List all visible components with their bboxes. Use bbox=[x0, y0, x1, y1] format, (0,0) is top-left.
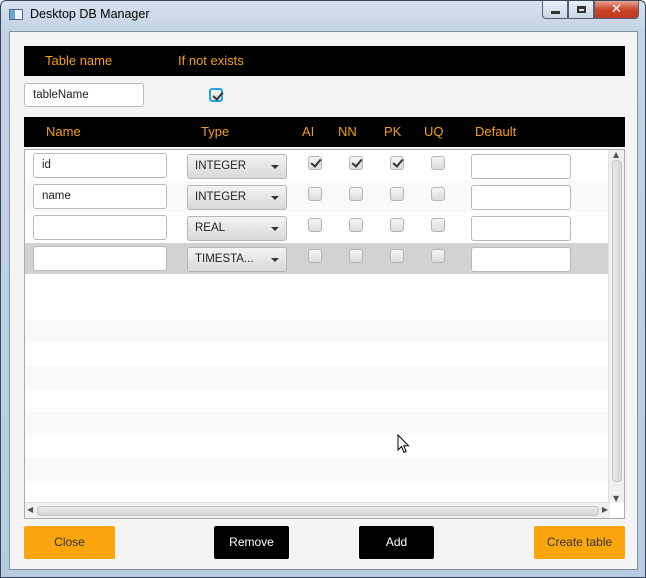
maximize-button[interactable] bbox=[568, 1, 594, 19]
chevron-down-icon bbox=[271, 258, 279, 262]
column-type-value: INTEGER bbox=[195, 160, 247, 172]
empty-row bbox=[25, 297, 610, 320]
col-header-type: Type bbox=[201, 124, 230, 139]
column-name-input[interactable] bbox=[33, 246, 167, 271]
scroll-down-icon[interactable]: ▼ bbox=[613, 494, 619, 503]
close-window-button[interactable]: ✕ bbox=[594, 1, 639, 19]
ai-checkbox[interactable] bbox=[308, 249, 322, 263]
nn-checkbox[interactable] bbox=[349, 187, 363, 201]
default-value-input[interactable] bbox=[471, 247, 571, 272]
column-type-select[interactable]: INTEGER bbox=[187, 185, 287, 210]
horizontal-scroll-thumb[interactable] bbox=[37, 506, 599, 516]
mouse-cursor-icon bbox=[397, 434, 410, 454]
uq-checkbox[interactable] bbox=[431, 156, 445, 170]
chevron-down-icon bbox=[271, 165, 279, 169]
empty-row bbox=[25, 458, 610, 481]
default-value-input[interactable] bbox=[471, 216, 571, 241]
column-type-value: TIMESTA... bbox=[195, 253, 254, 265]
empty-row bbox=[25, 274, 610, 297]
default-value-input[interactable] bbox=[471, 185, 571, 210]
vertical-scrollbar[interactable]: ▲ ▼ bbox=[608, 150, 624, 503]
col-header-uq: UQ bbox=[424, 124, 444, 139]
column-type-select[interactable]: REAL bbox=[187, 216, 287, 241]
table-name-label: Table name bbox=[45, 53, 113, 68]
table-name-input[interactable]: tableName bbox=[24, 83, 144, 107]
column-name-input[interactable]: id bbox=[33, 153, 167, 178]
minimize-icon bbox=[550, 11, 560, 14]
scroll-left-icon[interactable]: ◀ bbox=[27, 505, 33, 514]
create-table-button[interactable]: Create table bbox=[534, 526, 625, 559]
empty-row bbox=[25, 389, 610, 412]
minimize-button[interactable] bbox=[542, 1, 568, 19]
empty-row bbox=[25, 366, 610, 389]
col-header-pk: PK bbox=[384, 124, 402, 139]
uq-checkbox[interactable] bbox=[431, 187, 445, 201]
add-button[interactable]: Add bbox=[359, 526, 434, 559]
ai-checkbox[interactable] bbox=[308, 156, 322, 170]
empty-row bbox=[25, 412, 610, 435]
columns-header: Name Type AI NN PK UQ Default bbox=[24, 117, 625, 147]
column-type-value: INTEGER bbox=[195, 191, 247, 203]
column-type-select[interactable]: TIMESTA... bbox=[187, 247, 287, 272]
horizontal-scrollbar[interactable]: ◀ ▶ bbox=[25, 502, 610, 518]
col-header-name: Name bbox=[46, 124, 81, 139]
table-row[interactable]: id INTEGER bbox=[25, 150, 610, 181]
scroll-right-icon[interactable]: ▶ bbox=[602, 505, 608, 514]
pk-checkbox[interactable] bbox=[390, 156, 404, 170]
remove-button[interactable]: Remove bbox=[214, 526, 289, 559]
if-not-exists-label: If not exists bbox=[178, 53, 244, 68]
close-icon: ✕ bbox=[611, 2, 622, 17]
table-row[interactable]: REAL bbox=[25, 212, 610, 243]
columns-table[interactable]: id INTEGER name INTEGER REAL TIMESTA... … bbox=[24, 149, 625, 519]
nn-checkbox[interactable] bbox=[349, 156, 363, 170]
if-not-exists-checkbox[interactable] bbox=[209, 88, 223, 102]
empty-row bbox=[25, 481, 610, 504]
client-area: Table name If not exists tableName Name … bbox=[9, 31, 638, 570]
empty-row bbox=[25, 343, 610, 366]
empty-row bbox=[25, 320, 610, 343]
empty-row bbox=[25, 435, 610, 458]
pk-checkbox[interactable] bbox=[390, 187, 404, 201]
chevron-down-icon bbox=[271, 227, 279, 231]
col-header-default: Default bbox=[475, 124, 517, 139]
table-settings-header: Table name If not exists bbox=[24, 46, 625, 76]
app-icon bbox=[9, 9, 23, 20]
column-name-input[interactable] bbox=[33, 215, 167, 240]
title-bar[interactable]: Desktop DB Manager ✕ bbox=[1, 1, 645, 30]
table-row-selected[interactable]: TIMESTA... bbox=[25, 243, 610, 274]
table-row[interactable]: name INTEGER bbox=[25, 181, 610, 212]
uq-checkbox[interactable] bbox=[431, 218, 445, 232]
column-type-value: REAL bbox=[195, 222, 226, 234]
maximize-icon bbox=[576, 6, 586, 13]
window-controls: ✕ bbox=[542, 1, 639, 19]
nn-checkbox[interactable] bbox=[349, 218, 363, 232]
column-name-input[interactable]: name bbox=[33, 184, 167, 209]
window-title: Desktop DB Manager bbox=[30, 7, 150, 21]
col-header-ai: AI bbox=[302, 124, 315, 139]
pk-checkbox[interactable] bbox=[390, 218, 404, 232]
app-window: Desktop DB Manager ✕ Table name If not e… bbox=[0, 0, 646, 578]
col-header-nn: NN bbox=[338, 124, 357, 139]
close-button[interactable]: Close bbox=[24, 526, 115, 559]
chevron-down-icon bbox=[271, 196, 279, 200]
vertical-scroll-thumb[interactable] bbox=[612, 160, 622, 482]
scroll-up-icon[interactable]: ▲ bbox=[613, 150, 619, 159]
uq-checkbox[interactable] bbox=[431, 249, 445, 263]
nn-checkbox[interactable] bbox=[349, 249, 363, 263]
default-value-input[interactable] bbox=[471, 154, 571, 179]
ai-checkbox[interactable] bbox=[308, 218, 322, 232]
ai-checkbox[interactable] bbox=[308, 187, 322, 201]
column-type-select[interactable]: INTEGER bbox=[187, 154, 287, 179]
pk-checkbox[interactable] bbox=[390, 249, 404, 263]
